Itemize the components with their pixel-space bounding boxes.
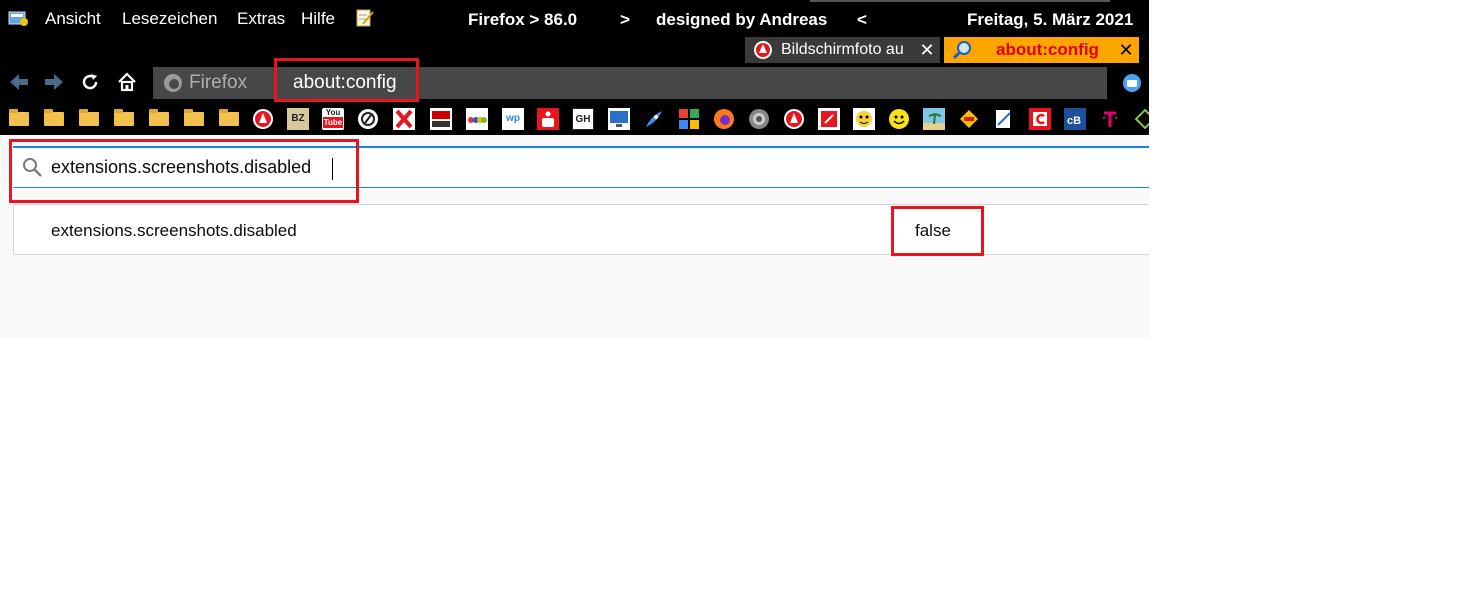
forward-arrow-icon[interactable] xyxy=(42,70,66,94)
identity-box[interactable]: Firefox xyxy=(163,72,247,94)
bookmark-red-circle-icon[interactable] xyxy=(252,108,274,130)
bookmark-red-c-icon[interactable] xyxy=(1029,108,1051,130)
preferences-table: extensions.screenshots.disabled false xyxy=(13,204,1149,255)
bookmark-ebay-icon[interactable] xyxy=(466,108,488,130)
menu-lesezeichen[interactable]: Lesezeichen xyxy=(122,9,217,29)
bookmark-at-icon[interactable] xyxy=(357,108,379,130)
bookmark-computer-icon[interactable] xyxy=(430,108,452,130)
title-date: Freitag, 5. März 2021 xyxy=(967,10,1134,29)
config-search-box[interactable] xyxy=(13,146,1149,188)
bookmarks-toolbar: BZ You Tube wp GH cB xyxy=(0,104,1149,132)
bookmark-sparkasse-icon[interactable] xyxy=(537,108,559,130)
bookmark-red-circle-2-icon[interactable] xyxy=(783,108,805,130)
bookmark-youtube-icon[interactable]: You Tube xyxy=(322,108,344,130)
menu-bar: Ansicht Lesezeichen Extras Hilfe Firefox… xyxy=(0,0,1149,38)
text-cursor xyxy=(332,158,333,180)
bookmark-red-square-icon[interactable] xyxy=(818,108,840,130)
menu-hilfe[interactable]: Hilfe xyxy=(301,9,335,29)
pref-value[interactable]: false xyxy=(915,221,951,241)
bookmark-folder-icon[interactable] xyxy=(219,109,239,126)
bookmark-folder-icon[interactable] xyxy=(184,109,204,126)
bookmark-folder-icon[interactable] xyxy=(44,109,64,126)
tab-bildschirmfoto[interactable]: Bildschirmfoto au ✕ xyxy=(745,37,940,63)
bookmark-monitor-icon[interactable] xyxy=(608,108,630,130)
back-arrow-icon[interactable] xyxy=(7,70,31,94)
notepad-icon[interactable] xyxy=(355,9,375,27)
firefox-icon xyxy=(164,74,182,92)
bookmark-globe-icon[interactable] xyxy=(748,108,770,130)
bookmark-wp-icon[interactable]: wp xyxy=(502,108,524,130)
bookmark-palm-icon[interactable] xyxy=(923,108,945,130)
bookmark-bz-icon[interactable]: BZ xyxy=(287,108,309,130)
bookmark-x-icon[interactable] xyxy=(393,108,415,130)
title-back-arrow: < xyxy=(857,10,867,29)
close-icon[interactable]: ✕ xyxy=(918,41,936,59)
app-menu-icon[interactable] xyxy=(8,9,28,27)
search-icon xyxy=(23,158,42,177)
bookmark-cb-icon[interactable]: cB xyxy=(1064,108,1086,130)
bookmark-folder-icon[interactable] xyxy=(79,109,99,126)
tab-label: Bildschirmfoto au xyxy=(781,41,904,58)
bookmark-face-icon[interactable] xyxy=(853,108,875,130)
bookmark-green-diamond-icon[interactable] xyxy=(1134,108,1149,130)
bookmark-diamond-icon[interactable] xyxy=(958,108,980,130)
youtube-tube: Tube xyxy=(323,117,343,128)
bookmark-smiley-icon[interactable] xyxy=(888,108,910,130)
bookmark-folder-icon[interactable] xyxy=(149,109,169,126)
bookmark-rocket-icon[interactable] xyxy=(643,108,665,130)
title-bar-line xyxy=(810,0,1110,2)
menu-ansicht[interactable]: Ansicht xyxy=(45,9,101,29)
svg-text:cB: cB xyxy=(1067,115,1081,127)
bookmark-document-icon[interactable] xyxy=(993,108,1015,130)
bookmark-colored-squares-icon[interactable] xyxy=(678,108,700,130)
pref-name: extensions.screenshots.disabled xyxy=(51,221,297,240)
tab-label: about:config xyxy=(996,40,1099,59)
url-text[interactable]: about:config xyxy=(293,72,397,94)
config-search-input[interactable] xyxy=(51,152,751,182)
title-designed-by: designed by Andreas xyxy=(656,10,828,29)
reload-icon[interactable] xyxy=(78,70,102,94)
tab-about-config[interactable]: about:config ✕ xyxy=(944,37,1139,63)
youtube-you: You xyxy=(325,108,341,117)
magnifier-favicon-icon xyxy=(952,41,971,60)
bookmark-telekom-icon[interactable] xyxy=(1099,108,1121,130)
tab-favicon-icon xyxy=(754,41,772,59)
bookmark-folder-icon[interactable] xyxy=(9,109,29,126)
extension-icon[interactable] xyxy=(1121,73,1143,93)
browser-window: Ansicht Lesezeichen Extras Hilfe Firefox… xyxy=(0,0,1149,338)
title-separator: > xyxy=(620,10,630,29)
bookmark-firefox-icon[interactable] xyxy=(713,108,735,130)
identity-label: Firefox xyxy=(189,72,248,93)
home-icon[interactable] xyxy=(115,70,139,94)
browser-chrome: Ansicht Lesezeichen Extras Hilfe Firefox… xyxy=(0,0,1149,135)
url-bar[interactable]: Firefox about:config xyxy=(153,67,1107,99)
close-icon[interactable]: ✕ xyxy=(1117,41,1135,59)
title-firefox-version: Firefox > 86.0 xyxy=(468,10,578,29)
bookmark-folder-icon[interactable] xyxy=(114,109,134,126)
menu-extras[interactable]: Extras xyxy=(237,9,285,29)
bookmark-gh-icon[interactable]: GH xyxy=(572,108,594,130)
